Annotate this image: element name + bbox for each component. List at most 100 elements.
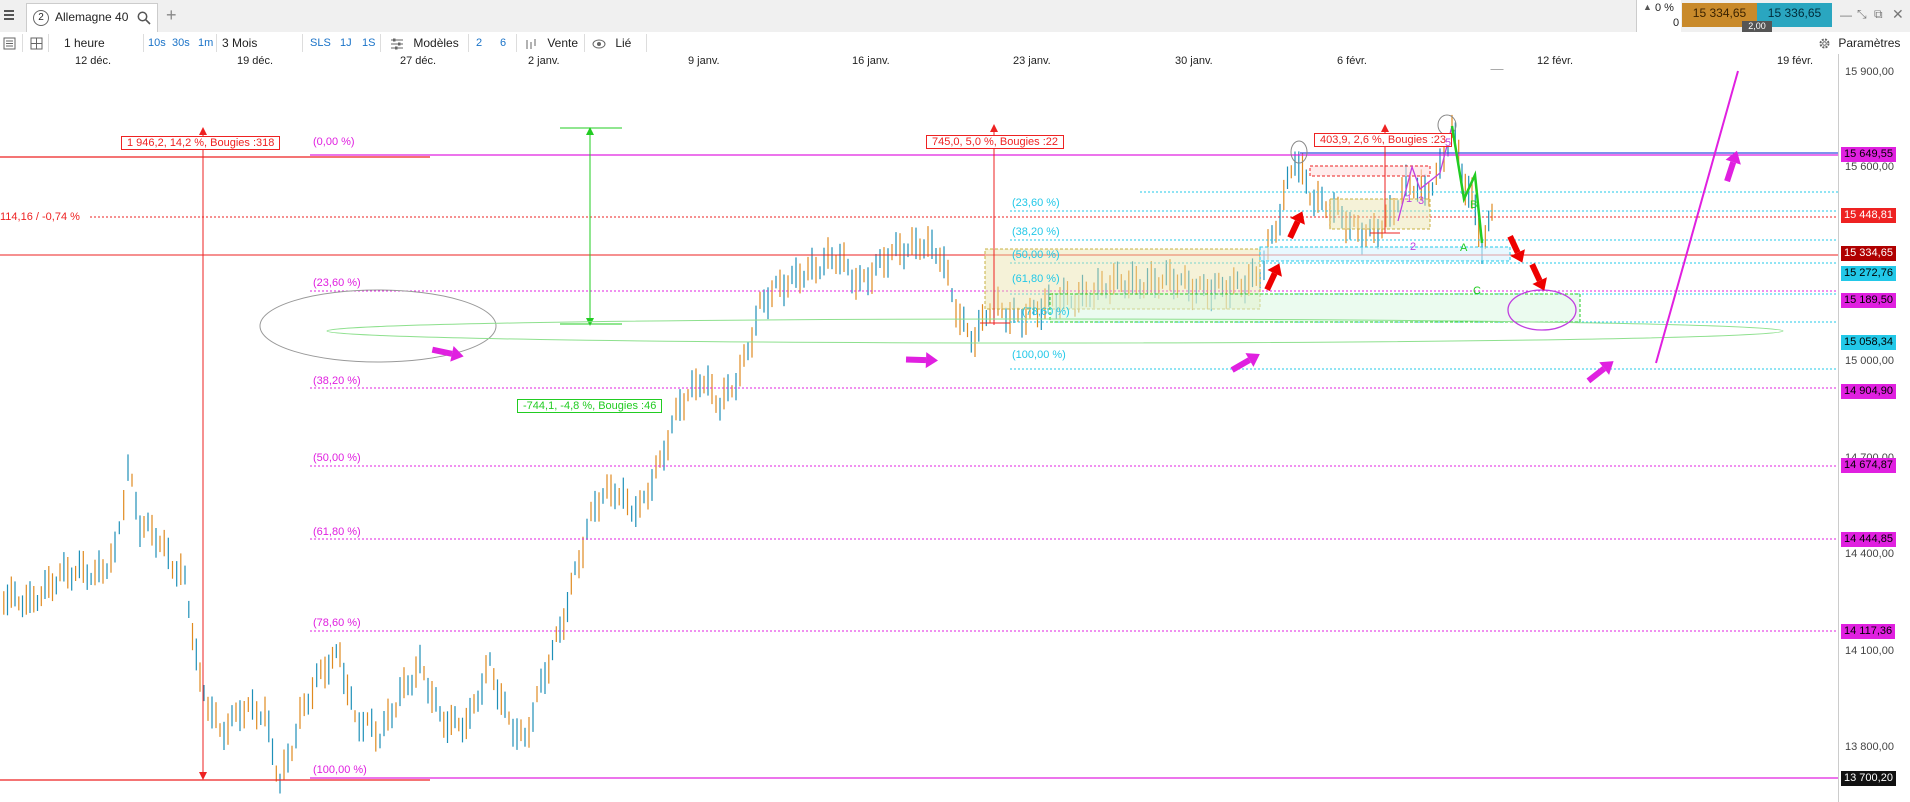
measure-label-3[interactable]: 403,9, 2,6 %, Bougies :23 [1314,133,1452,147]
price-badge: 14 444,85 [1841,532,1896,547]
tab-bar: 2 Allemagne 40 + ▲ 0 % 0 15 334,65 15 33… [0,0,1910,33]
quick-range-sls[interactable]: SLS [310,32,331,54]
date-label: 2 janv. [528,55,560,67]
instrument-tab[interactable]: 2 Allemagne 40 [26,3,158,32]
fib-major-label: (23,60 %) [313,277,361,289]
sliders-icon [391,38,403,50]
date-label: 19 déc. [237,55,274,67]
chart-area[interactable]: 114,16 / -0,74 % 1 946,2, 14,2 %, Bougie… [0,69,1838,802]
fib-minor-label: (61,80 %) [1012,273,1060,285]
range-select[interactable]: 3 Mois [222,32,257,54]
wave-label: B [1470,199,1478,211]
fib-minor-label: (100,00 %) [1012,349,1066,361]
quick-interval-30s[interactable]: 30s [172,32,190,54]
collapse-icon[interactable]: ⤡ [1857,7,1867,22]
fibonacci-major-levels [310,290,1838,632]
sell-mode-button[interactable]: Vente [524,32,578,54]
price-tick: 15 600,00 [1845,161,1894,173]
linked-label: Lié [615,36,632,50]
parameters-button[interactable]: Paramètres [1818,32,1900,54]
add-tab-icon[interactable]: + [166,6,177,24]
price-tick: 13 800,00 [1845,741,1894,753]
price-badge: 14 674,87 [1841,458,1896,473]
search-icon[interactable] [137,11,151,25]
fib-major-label: (61,80 %) [313,526,361,538]
interval-select[interactable]: 1 heure [64,32,105,54]
support-ellipse[interactable] [326,318,1784,344]
price-badge: 15 058,34 [1841,335,1896,350]
hamburger-menu-icon[interactable] [4,10,14,20]
quick-interval-10s[interactable]: 10s [148,32,166,54]
date-label: 19 févr. [1777,55,1814,67]
price-badge: 15 189,50 [1841,293,1896,308]
price-axis[interactable]: 15 900,00 15 600,00 15 000,00 14 700,00 … [1838,54,1910,802]
price-tick: 14 400,00 [1845,548,1894,560]
measure-label-2[interactable]: 745,0, 5,0 %, Bougies :22 [926,135,1064,149]
target-zone[interactable] [1259,246,1511,262]
price-badge: 15 649,55 [1841,147,1896,162]
tab-title: Allemagne 40 [55,10,129,24]
measure-label-4[interactable]: -744,1, -4,8 %, Bougies :46 [517,399,663,413]
date-label: 12 déc. [75,55,112,67]
fib-minor-label: (38,20 %) [1012,226,1060,238]
support-zone[interactable] [1049,293,1581,323]
change-pct: 0 % [1655,2,1674,14]
consolidation-zone-2[interactable] [1329,198,1431,230]
models-button[interactable]: Modèles [390,32,459,54]
fib-major-label: (78,60 %) [313,617,361,629]
date-label: 23 janv. [1013,55,1051,67]
layout-icon[interactable] [30,32,43,54]
tab-number-badge: 2 [33,10,49,26]
measurement-lines [199,124,1400,780]
price-badge: 14 904,90 [1841,384,1896,399]
fib-minor-label: (50,00 %) [1012,249,1060,261]
measure-label-1[interactable]: 1 946,2, 14,2 %, Bougies :318 [121,136,281,150]
minimize-icon[interactable]: — [1840,8,1852,22]
fib-major-label: (100,00 %) [313,764,367,776]
wave-label: C [1473,285,1481,297]
wave-label: A [1460,242,1468,254]
change-box: ▲ 0 % 0 [1636,0,1681,32]
price-badge: 14 117,36 [1841,624,1896,639]
fib-minor-label: (23,60 %) [1012,197,1060,209]
bar-chart-icon [526,38,536,49]
chart-drawings [0,69,1838,794]
date-label: 9 janv. [688,55,720,67]
price-change-label: 114,16 / -0,74 % [0,211,80,223]
model-button-2[interactable]: 2 [476,32,482,54]
model-button-6[interactable]: 6 [500,32,506,54]
fib-major-label: (50,00 %) [313,452,361,464]
fib-major-label: (38,20 %) [313,375,361,387]
abc-correction[interactable] [1450,125,1484,244]
wave-label: 2 [1410,241,1417,253]
price-badge-low: 13 700,20 [1841,771,1896,786]
models-label: Modèles [413,36,459,50]
change-arrow-icon: ▲ [1643,2,1652,12]
notes-icon[interactable] [3,32,16,54]
quote-panel: ▲ 0 % 0 15 334,65 15 336,65 2,00 — ⤡ ⧉ ✕ [1636,0,1910,32]
price-badge: 15 448,81 [1841,208,1896,223]
spread-value: 2,00 [1748,21,1766,31]
wave-label: 3 [1418,195,1425,207]
quick-range-1j[interactable]: 1J [340,32,352,54]
close-icon[interactable]: ✕ [1892,6,1904,23]
spread-badge: 2,00 [1742,21,1772,32]
external-window-icon[interactable]: ⧉ [1874,7,1883,22]
quick-range-1s[interactable]: 1S [362,32,375,54]
price-tick: 15 900,00 [1845,66,1894,78]
date-label: 6 févr. [1337,55,1367,67]
fib-minor-label: (78,60 %) [1022,306,1070,318]
date-label: 12 févr. [1537,55,1574,67]
gear-icon [1819,38,1830,49]
zone-ellipse-left[interactable] [259,289,497,363]
price-tick: 14 100,00 [1845,645,1894,657]
ask-price: 15 336,65 [1767,6,1822,20]
date-label: 30 janv. [1175,55,1213,67]
projection-line[interactable] [1655,70,1739,364]
link-icon [592,39,606,49]
date-label: 16 janv. [852,55,890,67]
quick-interval-1m[interactable]: 1m [198,32,213,54]
fib-major-label: (0,00 %) [313,136,355,148]
date-axis: 12 déc. 19 déc. 27 déc. 2 janv. 9 janv. … [0,54,1838,69]
linked-button[interactable]: Lié [592,32,631,54]
